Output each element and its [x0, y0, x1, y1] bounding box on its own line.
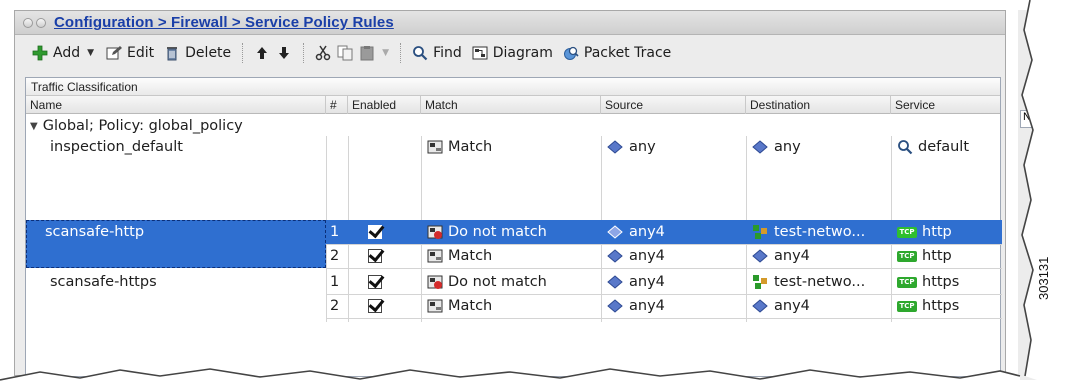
figure-container: Configuration > Firewall > Service Polic…: [0, 0, 1067, 390]
figure-id-label: 303131: [1036, 256, 1051, 300]
torn-edge-overlay: [0, 0, 1067, 390]
